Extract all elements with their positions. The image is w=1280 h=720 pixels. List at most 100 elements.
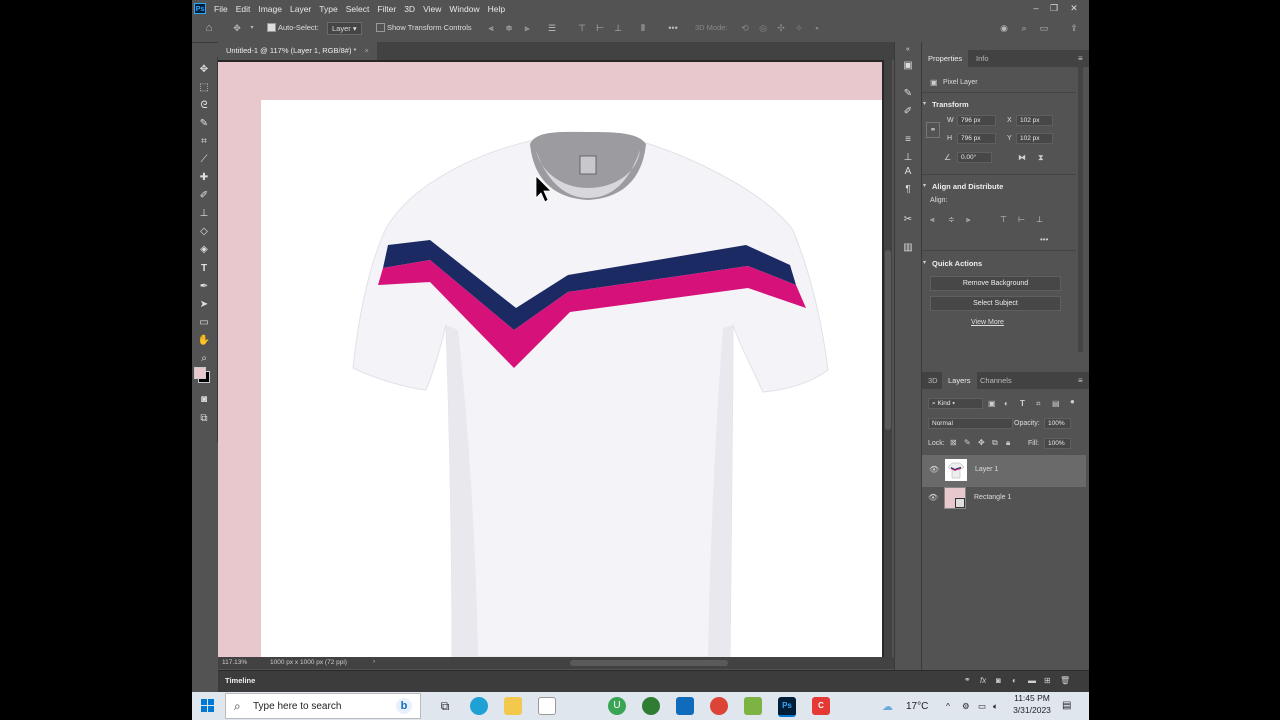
menu-window[interactable]: Window (445, 4, 483, 14)
clone-source-icon[interactable]: ⊥ (902, 152, 914, 164)
vertical-scrollbar[interactable] (884, 60, 892, 657)
visibility-eye-icon[interactable]: 👁︎ (928, 493, 938, 502)
windows-start-icon[interactable] (201, 699, 214, 712)
align-bottom-edges-icon[interactable]: ⊥ (1036, 215, 1043, 224)
align-top-icon[interactable]: ⊤ (577, 23, 587, 33)
select-subject-button[interactable]: Select Subject (930, 296, 1061, 311)
panel-menu-icon[interactable]: ≡ (1078, 376, 1083, 385)
move-tool-icon[interactable]: ✥ (197, 63, 211, 77)
filter-type-icon[interactable]: T (1020, 399, 1025, 408)
rectangle-tool-icon[interactable]: ▭ (197, 316, 211, 330)
paragraph-styles-icon[interactable]: ≡ (902, 134, 914, 146)
microsoft-store-icon[interactable] (538, 697, 556, 715)
blend-mode-dropdown[interactable]: Normal (928, 418, 1013, 429)
remove-background-button[interactable]: Remove Background (930, 276, 1061, 291)
paragraph-icon[interactable]: ¶ (902, 184, 914, 196)
tab-properties[interactable]: Properties (922, 50, 969, 67)
home-icon[interactable]: ⌂ (204, 23, 214, 34)
x-field[interactable]: 102 px (1016, 115, 1053, 126)
photoshop-taskbar-icon[interactable]: Ps (778, 697, 796, 717)
chevron-down-icon[interactable]: ▾ (923, 182, 926, 189)
show-transform-controls-checkbox[interactable]: Show Transform Controls (376, 22, 472, 33)
quick-mask-icon[interactable]: ◙ (197, 393, 211, 407)
align-vertical-centers-icon[interactable]: ⊢ (1018, 215, 1025, 224)
add-mask-icon[interactable]: ◙ (996, 676, 1001, 685)
lock-all-icon[interactable]: 🔒︎ (1006, 438, 1010, 448)
vertical-scrollbar-thumb[interactable] (885, 250, 891, 430)
timeline-tab[interactable]: Timeline (225, 676, 255, 685)
chevron-down-icon[interactable]: ▾ (923, 259, 926, 266)
eraser-tool-icon[interactable]: ◇ (197, 225, 211, 239)
3d-roll-icon[interactable]: ◎ (758, 23, 768, 33)
align-left-icon[interactable]: ⫷ (486, 23, 496, 33)
lock-artboard-icon[interactable]: ⧉ (992, 438, 998, 448)
type-tool-icon[interactable]: T (197, 262, 211, 276)
collapse-icon[interactable]: « (902, 44, 914, 56)
new-group-icon[interactable]: ▬ (1028, 676, 1036, 685)
align-right-icon[interactable]: ⫸ (522, 23, 532, 33)
chrome-icon[interactable] (710, 697, 728, 715)
filter-smart-object-icon[interactable]: ▤ (1052, 399, 1060, 408)
layer-name[interactable]: Rectangle 1 (974, 494, 1011, 501)
search-icon[interactable]: ⌕ (1019, 23, 1029, 33)
align-bottom-icon[interactable]: ⊥ (613, 23, 623, 33)
align-middle-icon[interactable]: ⊢ (595, 23, 605, 33)
lock-pixels-icon[interactable]: ✎ (964, 438, 971, 447)
tool-presets-icon[interactable]: ✂ (902, 214, 914, 226)
layer-row-layer-1[interactable]: 👁︎ Layer 1 (922, 455, 1086, 487)
marquee-tool-icon[interactable]: ⬚ (197, 81, 211, 95)
close-tab-icon[interactable]: × (365, 46, 369, 55)
task-view-icon[interactable]: ⧉ (436, 697, 454, 715)
volume-icon[interactable]: 🔈︎ (993, 701, 998, 712)
quick-select-tool-icon[interactable]: ✎ (197, 117, 211, 131)
app-icon[interactable]: U (608, 697, 626, 715)
chevron-down-icon[interactable]: ▾ (923, 100, 926, 107)
chevron-right-icon[interactable]: › (373, 658, 375, 665)
tray-icon[interactable]: ⚙ (962, 701, 970, 712)
align-top-edges-icon[interactable]: ⊤ (1000, 215, 1007, 224)
layer-name[interactable]: Layer 1 (975, 466, 998, 473)
height-field[interactable]: 796 px (957, 133, 996, 144)
zoom-level[interactable]: 117.13% (222, 659, 247, 666)
clone-stamp-tool-icon[interactable]: ⊥ (197, 207, 211, 221)
photoshop-logo-icon[interactable]: Ps (194, 3, 206, 14)
align-horizontal-centers-icon[interactable]: ≑ (948, 215, 955, 224)
network-icon[interactable]: ▭ (978, 701, 986, 712)
new-layer-icon[interactable]: ⊞ (1044, 676, 1051, 685)
tab-3d[interactable]: 3D (922, 372, 944, 389)
tab-info[interactable]: Info (970, 50, 995, 67)
filter-shape-icon[interactable]: ⌗ (1036, 399, 1041, 409)
more-align-icon[interactable]: ••• (1040, 235, 1048, 244)
app-icon[interactable]: C (812, 697, 830, 715)
menu-file[interactable]: File (210, 4, 232, 14)
tshirt-image[interactable] (218, 60, 884, 657)
restore-icon[interactable]: ❐ (1044, 0, 1064, 17)
brush-settings-icon[interactable]: ✎ (902, 88, 914, 100)
flip-vertical-icon[interactable]: ⧗ (1038, 153, 1044, 163)
canvas-area[interactable] (218, 60, 884, 657)
y-field[interactable]: 102 px (1016, 133, 1053, 144)
visibility-eye-icon[interactable]: 👁︎ (929, 465, 939, 474)
align-right-edges-icon[interactable]: ⫸ (966, 215, 971, 225)
fill-field[interactable]: 100% (1044, 438, 1071, 449)
lock-transparency-icon[interactable]: ⊠ (950, 438, 957, 447)
menu-edit[interactable]: Edit (232, 4, 255, 14)
menu-help[interactable]: Help (484, 4, 509, 14)
taskbar-search-box[interactable]: ⌕ Type here to search b (225, 693, 421, 719)
distribute-horizontal-icon[interactable]: ⦀ (638, 23, 648, 33)
tab-layers[interactable]: Layers (942, 372, 977, 389)
lock-position-icon[interactable]: ✥ (978, 438, 985, 447)
learn-icon[interactable]: ◉ (999, 23, 1009, 33)
chevron-down-icon[interactable]: ▾ (247, 23, 257, 33)
adjustments-icon[interactable]: ▥ (902, 242, 914, 254)
file-explorer-icon[interactable] (504, 697, 522, 715)
menu-layer[interactable]: Layer (286, 4, 315, 14)
minimize-icon[interactable]: – (1026, 0, 1046, 17)
angle-field[interactable]: 0.00° (957, 152, 992, 163)
horizontal-scrollbar-thumb[interactable] (570, 660, 728, 666)
screen-mode-icon[interactable]: ⧉ (197, 412, 211, 426)
filter-toggle-icon[interactable]: ● (1070, 397, 1075, 406)
workspace-icon[interactable]: ▭ (1039, 23, 1049, 33)
chevron-up-icon[interactable]: ^ (946, 701, 950, 711)
brush-tool-icon[interactable]: ✐ (197, 189, 211, 203)
